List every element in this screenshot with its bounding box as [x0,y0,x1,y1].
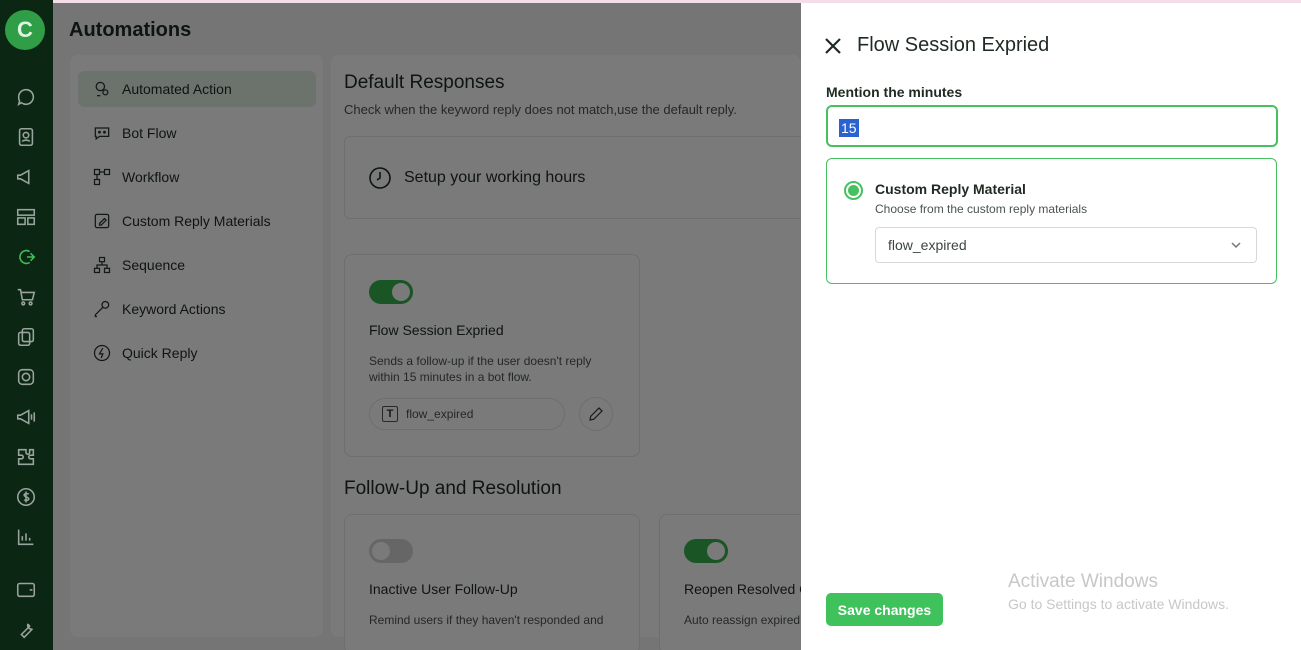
icon-rail: C [0,0,53,650]
custom-reply-option[interactable]: Custom Reply Material Choose from the cu… [826,158,1277,284]
nav-item-custom-reply-materials[interactable]: Custom Reply Materials [78,203,316,239]
instagram-icon[interactable] [13,364,39,390]
default-responses-title: Default Responses [344,72,505,93]
megaphone-icon[interactable] [13,164,39,190]
close-icon [825,38,841,54]
lightning-icon [93,344,111,362]
flow-session-toggle[interactable] [369,280,413,304]
flow-session-description: Sends a follow-up if the user doesn't re… [369,354,592,384]
clock-icon [369,166,391,189]
nav-item-workflow[interactable]: Workflow [78,159,316,195]
layout-icon[interactable] [13,204,39,230]
dollar-icon[interactable] [13,484,39,510]
custom-reply-title: Custom Reply Material [875,181,1026,197]
edit-drawer: Flow Session Expried Mention the minutes… [801,3,1301,650]
chat-icon[interactable] [13,84,39,110]
wrench-icon[interactable] [13,616,39,642]
drawer-title: Flow Session Expried [857,34,1050,56]
text-icon: T [382,406,398,422]
copy-icon[interactable] [13,324,39,350]
contacts-icon[interactable] [13,124,39,150]
default-responses-subtitle: Check when the keyword reply does not ma… [344,102,737,117]
windows-watermark-subtitle: Go to Settings to activate Windows. [1008,596,1229,612]
nav-item-quick-reply[interactable]: Quick Reply [78,335,316,371]
inactive-user-title: Inactive User Follow-Up [369,581,518,597]
pencil-icon [589,407,603,421]
key-icon [94,300,110,318]
app-logo[interactable]: C [5,10,45,50]
custom-reply-radio[interactable] [844,181,863,200]
nav-item-bot-flow[interactable]: Bot Flow [78,115,316,151]
main-area: Automations Automated Action Bot Flow Wo… [53,0,955,650]
minutes-label: Mention the minutes [826,84,963,100]
automation-rail-icon[interactable] [13,244,39,270]
nav-item-keyword-actions[interactable]: Keyword Actions [78,291,316,327]
flow-session-card: Flow Session Expried Sends a follow-up i… [344,254,640,457]
follow-up-title: Follow-Up and Resolution [344,478,562,499]
note-edit-icon [94,213,110,229]
windows-watermark-title: Activate Windows [1008,571,1158,592]
flow-session-title: Flow Session Expried [369,322,504,338]
inactive-user-toggle[interactable] [369,539,413,563]
minutes-input[interactable] [826,105,1278,147]
inactive-user-card: Inactive User Follow-Up Remind users if … [344,514,640,650]
working-hours-box[interactable]: Setup your working hours [344,136,814,219]
chevron-down-icon [1231,242,1241,249]
sequence-icon [93,256,111,274]
automation-icon [95,81,109,97]
nav-item-automated-action[interactable]: Automated Action [78,71,316,107]
workflow-icon [93,168,111,186]
reopen-resolved-toggle[interactable] [684,539,728,563]
broadcast-icon[interactable] [13,404,39,430]
close-button[interactable] [824,37,842,55]
puzzle-icon[interactable] [13,444,39,470]
save-changes-button[interactable]: Save changes [826,593,943,626]
content-panel: Default Responses Check when the keyword… [331,55,955,650]
reopen-resolved-title: Reopen Resolved C [684,581,810,597]
bot-icon [94,127,110,141]
wallet-icon[interactable] [13,576,39,602]
material-pill: T flow_expired [369,398,565,430]
edit-button[interactable] [579,397,613,431]
custom-reply-subtitle: Choose from the custom reply materials [875,202,1088,216]
automation-nav: Automated Action Bot Flow Workflow Custo… [70,55,323,637]
page-title: Automations [69,19,192,41]
inactive-user-description: Remind users if they haven't responded a… [369,613,604,627]
nav-item-sequence[interactable]: Sequence [78,247,316,283]
reply-material-select[interactable]: flow_expired [875,227,1257,263]
analytics-icon[interactable] [13,524,39,550]
cart-icon[interactable] [13,284,39,310]
